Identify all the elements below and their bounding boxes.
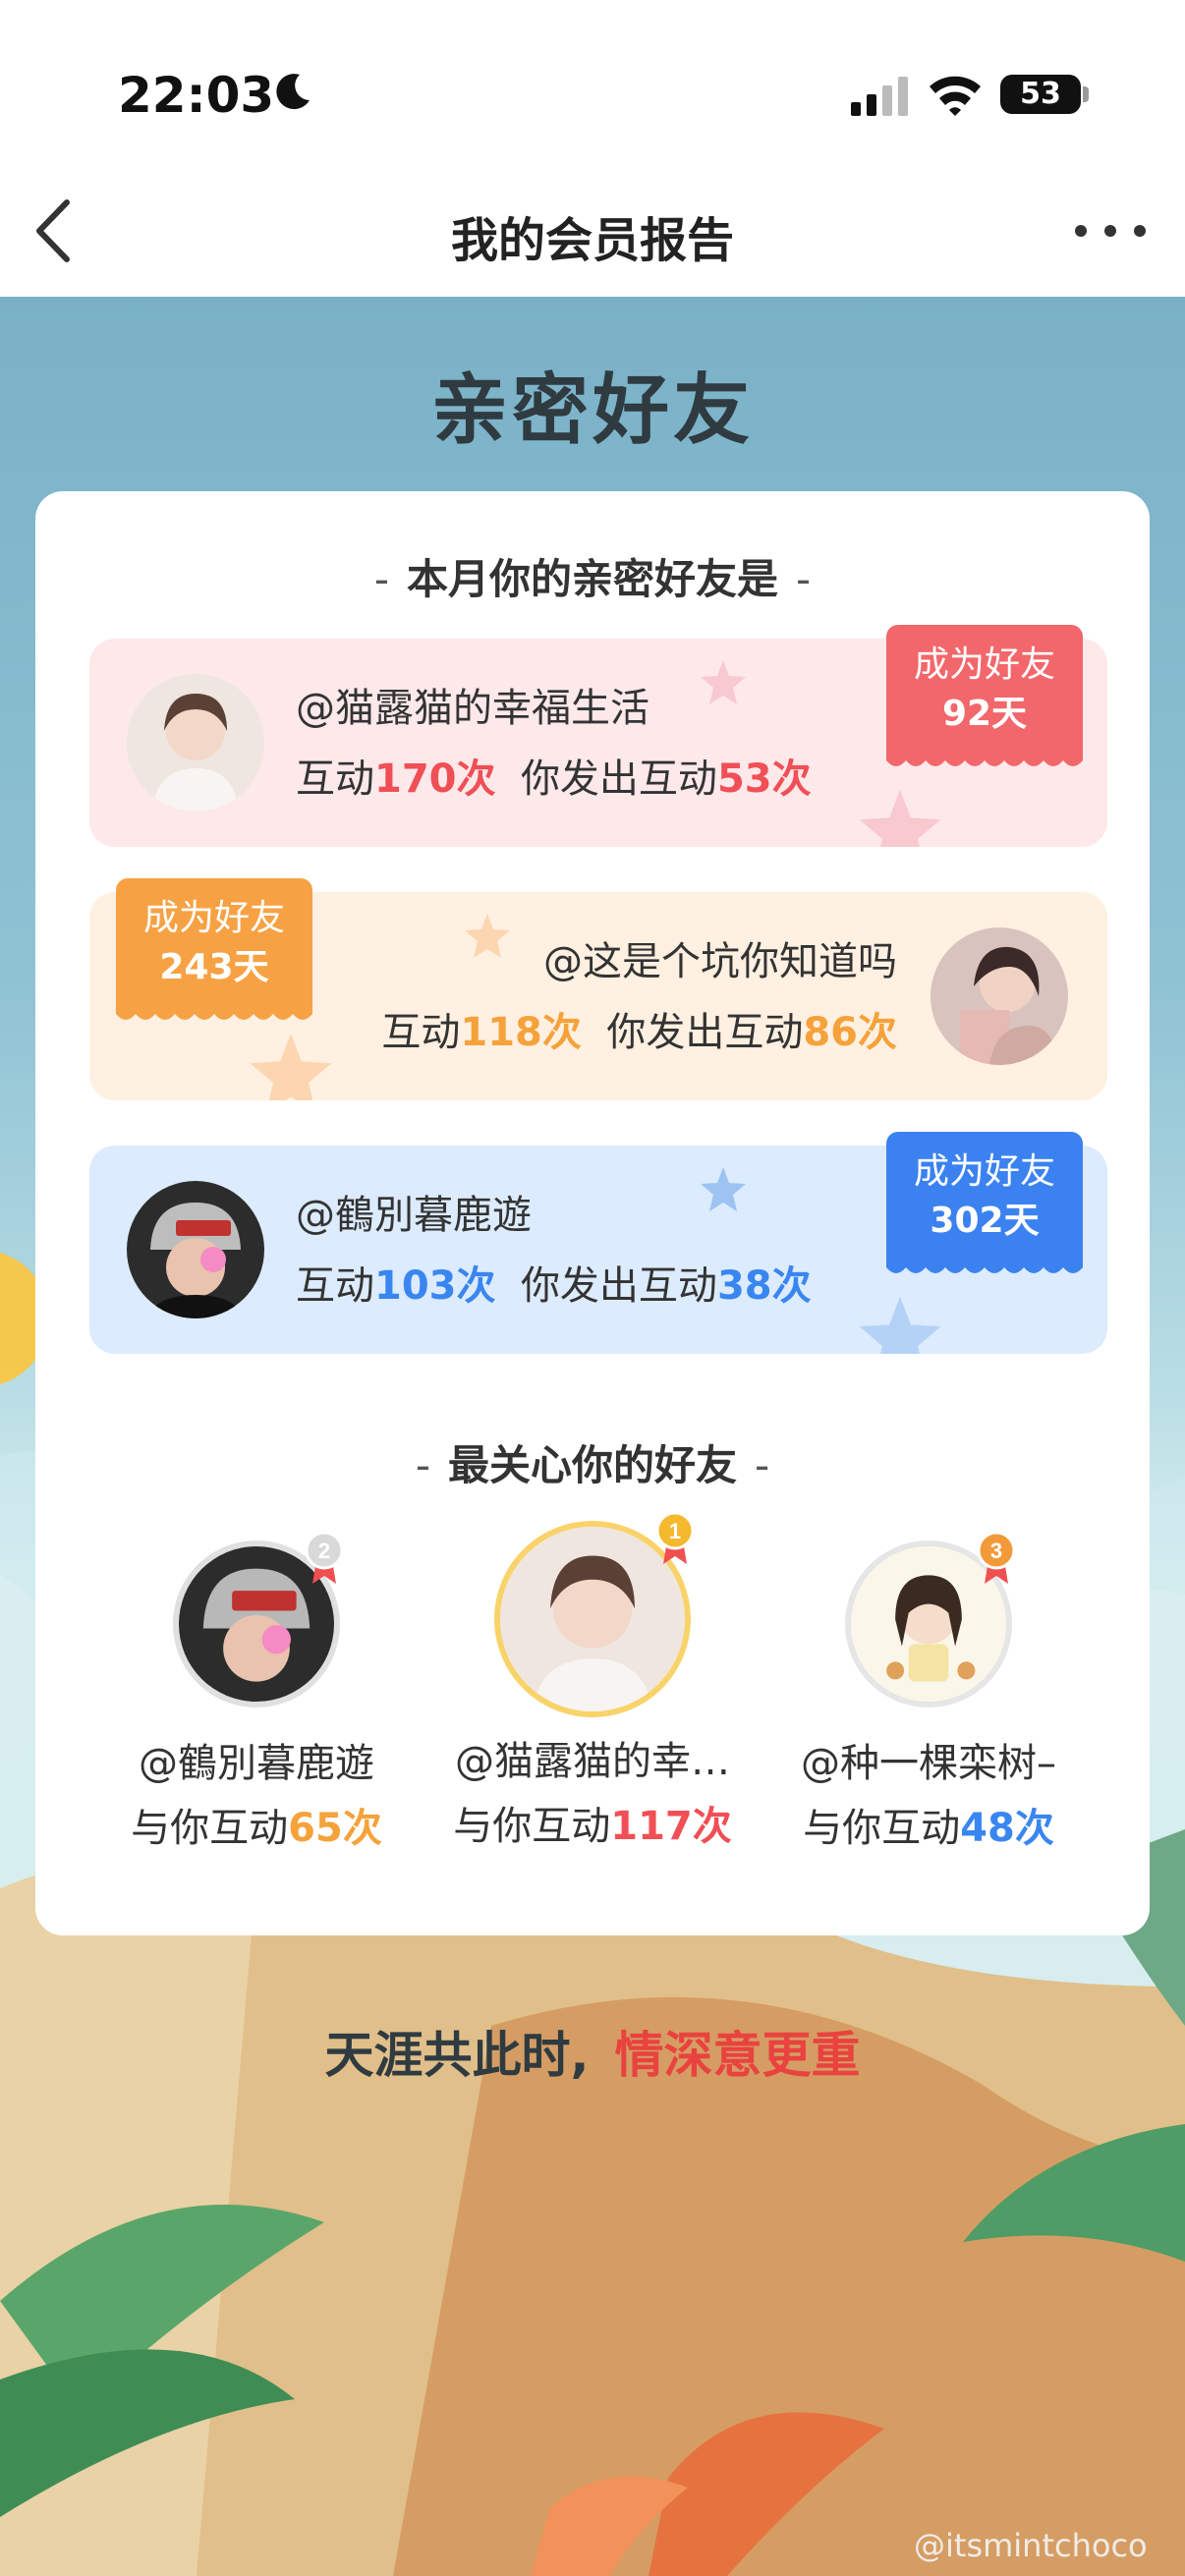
heading-dash-left: - [373,555,389,603]
wifi-icon [930,76,981,116]
interact-label: 与你互动 [803,1806,961,1851]
caring-friend-item[interactable]: 1 @猫露猫的幸… 与你互动117次 [430,1511,755,1851]
badge-wave [886,755,1083,766]
interaction-count: 65次 [288,1806,382,1851]
caring-friend-avatar[interactable]: 2 [173,1531,344,1708]
interaction-count: 170次 [374,756,496,802]
rank-medal-icon: 1 [655,1511,695,1564]
caring-friends-heading: - 最关心你的好友 - [35,1432,1150,1492]
badge-label: 成为好友 [142,898,285,938]
rank-number: 1 [669,1519,681,1543]
sent-label: 你发出互动 [520,1263,717,1309]
heading-dash-right: - [755,1441,770,1489]
interact-label: 互动 [381,1010,461,1055]
star-decoration-icon [465,914,510,958]
badge-days: 302天 [930,1201,1040,1241]
report-card: - 本月你的亲密好友是 - @猫露猫的幸福生活 互动170次 你发出互动53次 成为… [35,491,1150,1935]
heading-dash-right: - [796,555,812,603]
interaction-count: 48次 [960,1806,1054,1851]
caring-friend-stat: 与你互动65次 [94,1796,419,1853]
badge-days: 243天 [159,947,269,987]
friend-handle[interactable]: @这是个坑你知道吗 [543,929,897,986]
battery-tip [1083,86,1089,102]
status-time: 22:03 [118,67,275,124]
caring-friend-handle[interactable]: @鶴別暮鹿遊 [94,1731,419,1788]
battery-indicator: 53 [1000,75,1081,114]
badge-wave [886,1261,1083,1273]
friendship-days-badge: 成为好友 243天 [116,878,312,1020]
caring-friend-avatar[interactable]: 1 [494,1511,695,1717]
heading-dash-left: - [415,1441,430,1489]
caring-friend-avatar[interactable]: 3 [845,1531,1016,1708]
footer-accent-text: 情深意更重 [614,2027,861,2084]
caring-friend-handle[interactable]: @猫露猫的幸… [430,1729,755,1786]
interact-label: 与你互动 [131,1806,289,1851]
sent-label: 你发出互动 [606,1010,804,1055]
caring-friend-item[interactable]: 2 @鶴別暮鹿遊 与你互动65次 [94,1531,419,1853]
rank-number: 3 [990,1539,1002,1563]
sent-count: 86次 [803,1010,897,1055]
badge-label: 成为好友 [913,1151,1055,1192]
sent-count: 53次 [716,756,812,802]
star-decoration-icon [859,1296,941,1354]
close-friends-heading: - 本月你的亲密好友是 - [35,546,1150,606]
badge-wave [116,1008,312,1020]
cellular-signal-icon [851,77,908,116]
sent-count: 38次 [716,1263,812,1309]
moon-icon [276,74,310,110]
friend-stats: 互动170次 你发出互动53次 [296,747,812,804]
friendship-days-badge: 成为好友 92天 [886,625,1083,766]
interact-label: 与你互动 [453,1804,611,1849]
friend-handle[interactable]: @猫露猫的幸福生活 [296,676,649,733]
interact-label: 互动 [296,1263,374,1309]
interact-label: 互动 [296,756,374,802]
interaction-count: 103次 [374,1263,496,1309]
more-options-icon[interactable] [1071,211,1150,251]
caring-friend-item[interactable]: 3 @种一棵栾树– 与你互动48次 [766,1531,1091,1853]
watermark: @itsmintchoco [914,2527,1148,2564]
page-title: 我的会员报告 [450,213,734,268]
status-bar: 22:03 53 [0,0,1185,187]
close-friends-heading-text: 本月你的亲密好友是 [406,555,778,603]
caring-friend-stat: 与你互动48次 [766,1796,1091,1853]
footer-text: 天涯共此时, [324,2027,590,2084]
rank-medal-icon: 2 [305,1531,344,1584]
sent-label: 你发出互动 [520,756,717,802]
badge-label: 成为好友 [913,644,1055,685]
star-decoration-icon [859,789,941,847]
footer-slogan: 天涯共此时, 情深意更重 [0,2016,1185,2087]
badge-days: 92天 [941,694,1028,734]
rank-medal-icon: 3 [977,1531,1016,1584]
friend-avatar[interactable] [127,674,264,812]
star-decoration-icon [701,660,746,704]
friend-handle[interactable]: @鶴別暮鹿遊 [296,1183,532,1240]
friend-avatar[interactable] [931,927,1068,1065]
caring-friend-stat: 与你互动117次 [430,1794,755,1851]
interaction-count: 118次 [460,1010,582,1055]
rank-number: 2 [318,1539,330,1563]
friendship-days-badge: 成为好友 302天 [886,1132,1083,1273]
friend-stats: 互动118次 你发出互动86次 [381,1000,897,1057]
interaction-count: 117次 [610,1804,732,1849]
star-decoration-icon [701,1167,746,1211]
star-decoration-icon [250,1033,332,1100]
caring-friends-heading-text: 最关心你的好友 [447,1441,737,1489]
friend-stats: 互动103次 你发出互动38次 [296,1254,812,1311]
friend-avatar[interactable] [127,1181,264,1318]
section-title: 亲密好友 [430,366,754,455]
caring-friend-handle[interactable]: @种一棵栾树– [766,1731,1091,1788]
